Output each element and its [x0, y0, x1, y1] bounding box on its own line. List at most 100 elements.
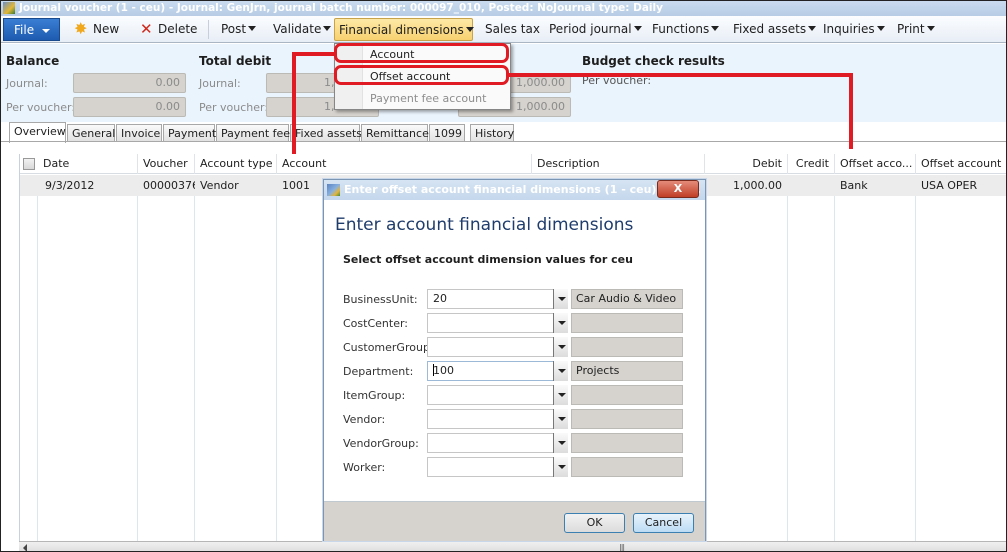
total-debit-title: Total debit — [199, 54, 272, 68]
functions-menu[interactable]: Functions — [648, 18, 723, 41]
vendor-description — [571, 409, 683, 429]
dropdown-arrow-icon — [711, 26, 720, 31]
grid-column-divider — [37, 196, 38, 541]
department-dropdown-icon[interactable] — [553, 361, 568, 381]
fixed-assets-label: Fixed assets — [733, 22, 807, 36]
financial-dimensions-label: Financial dimensions — [339, 23, 464, 37]
file-label: File — [14, 23, 35, 37]
tab-divider — [1, 141, 1006, 142]
inquiries-menu[interactable]: Inquiries — [819, 18, 889, 41]
col-date[interactable]: Date — [38, 154, 138, 174]
budget-check-title: Budget check results — [582, 54, 725, 68]
tab-general[interactable]: General — [67, 124, 115, 142]
customer-group-input[interactable] — [427, 337, 568, 357]
tab-history[interactable]: History — [470, 124, 514, 142]
annotation-highlight-account — [334, 43, 509, 63]
period-journal-menu[interactable]: Period journal — [545, 18, 646, 41]
dropdown-arrow-icon — [465, 27, 474, 32]
post-label: Post — [221, 22, 247, 36]
cost-center-description — [571, 313, 683, 333]
print-label: Print — [897, 22, 925, 36]
vendor-input[interactable] — [427, 409, 568, 429]
new-label: New — [93, 22, 120, 36]
vendor-dropdown-icon[interactable] — [553, 409, 568, 429]
cancel-button[interactable]: Cancel — [633, 513, 694, 533]
annotation-connector — [292, 52, 296, 154]
delete-button[interactable]: Delete — [136, 18, 201, 41]
cell-voucher: 00000376 — [143, 179, 195, 192]
business-unit-input[interactable]: 20 — [427, 289, 568, 309]
menu-item-payment-fee-account: Payment fee account — [370, 92, 487, 105]
horizontal-scrollbar[interactable]: ||| — [19, 541, 1006, 551]
tab-overview[interactable]: Overview — [9, 122, 66, 143]
item-group-input[interactable] — [427, 385, 568, 405]
ok-button[interactable]: OK — [564, 513, 625, 533]
balance-journal-field: 0.00 — [73, 73, 186, 93]
vendor-group-dropdown-icon[interactable] — [553, 433, 568, 453]
worker-input[interactable] — [427, 457, 568, 477]
close-button[interactable]: X — [657, 180, 699, 198]
grid-column-divider — [276, 196, 277, 541]
col-offset-account[interactable]: Offset account — [916, 154, 1006, 174]
item-group-label: ItemGroup: — [343, 389, 406, 402]
dialog-subheading: Select offset account dimension values f… — [343, 253, 633, 266]
file-menu-button[interactable]: File — [3, 18, 60, 41]
app-icon — [3, 2, 15, 14]
dialog-app-icon — [327, 184, 340, 196]
grid-column-divider — [787, 196, 788, 541]
dialog-title-bar[interactable]: Enter offset account financial dimension… — [324, 180, 705, 200]
worker-label: Worker: — [343, 461, 386, 474]
tab-remittance[interactable]: Remittance — [361, 124, 429, 142]
col-voucher[interactable]: Voucher — [138, 154, 195, 174]
window-title-bar: Journal voucher (1 - ceu) - Journal: Gen… — [1, 1, 1006, 16]
vendor-group-description — [571, 433, 683, 453]
total-debit-journal-label: Journal: — [199, 77, 241, 90]
new-star-icon — [74, 17, 89, 40]
delete-x-icon — [140, 18, 154, 41]
customer-group-description — [571, 337, 683, 357]
tab-payment-fee[interactable]: Payment fee — [216, 124, 290, 142]
department-input[interactable]: 100 — [427, 361, 568, 381]
business-unit-dropdown-icon[interactable] — [553, 289, 568, 309]
scroll-thumb-grip-icon[interactable]: ||| — [619, 543, 625, 551]
tab-invoice[interactable]: Invoice — [116, 124, 162, 142]
total-debit-per-voucher-label: Per voucher: — [199, 101, 269, 114]
cost-center-dropdown-icon[interactable] — [553, 313, 568, 333]
cell-account-type: Vendor — [200, 179, 239, 192]
financial-dimensions-menu[interactable]: Financial dimensions — [334, 18, 474, 41]
col-debit[interactable]: Debit — [705, 154, 788, 174]
col-credit[interactable]: Credit — [788, 154, 835, 174]
worker-dropdown-icon[interactable] — [553, 457, 568, 477]
cell-credit — [788, 175, 835, 196]
dropdown-arrow-icon — [926, 26, 935, 31]
select-all-cell — [20, 154, 38, 174]
dialog-footer: OK Cancel — [324, 501, 705, 541]
select-all-checkbox[interactable] — [23, 158, 35, 170]
cost-center-input[interactable] — [427, 313, 568, 333]
vendor-group-input[interactable] — [427, 433, 568, 453]
close-icon: X — [673, 182, 683, 195]
validate-menu[interactable]: Validate — [269, 18, 335, 41]
dropdown-arrow-icon — [633, 26, 642, 31]
balance-per-voucher-label: Per voucher: — [6, 101, 76, 114]
action-pane: File New Delete Post Validate Financial … — [1, 16, 1006, 43]
print-menu[interactable]: Print — [893, 18, 939, 41]
col-account[interactable]: Account — [277, 154, 532, 174]
fixed-assets-menu[interactable]: Fixed assets — [729, 18, 820, 41]
tab-payment[interactable]: Payment — [163, 124, 216, 142]
business-unit-label: BusinessUnit: — [343, 293, 418, 306]
tab-fixed-assets[interactable]: Fixed assets — [290, 124, 362, 142]
grid-column-divider — [834, 196, 835, 541]
scroll-left-arrow-icon[interactable] — [23, 544, 27, 551]
col-offset-account-type[interactable]: Offset acco... — [835, 154, 916, 174]
sales-tax-button[interactable]: Sales tax — [481, 18, 544, 41]
tab-1099[interactable]: 1099 — [429, 124, 465, 142]
department-label: Department: — [343, 365, 414, 378]
post-menu[interactable]: Post — [217, 18, 260, 41]
customer-group-dropdown-icon[interactable] — [553, 337, 568, 357]
col-description[interactable]: Description — [532, 154, 705, 174]
item-group-dropdown-icon[interactable] — [553, 385, 568, 405]
new-button[interactable]: New — [71, 17, 123, 41]
customer-group-label: CustomerGroup: — [343, 341, 434, 354]
col-account-type[interactable]: Account type — [195, 154, 277, 174]
